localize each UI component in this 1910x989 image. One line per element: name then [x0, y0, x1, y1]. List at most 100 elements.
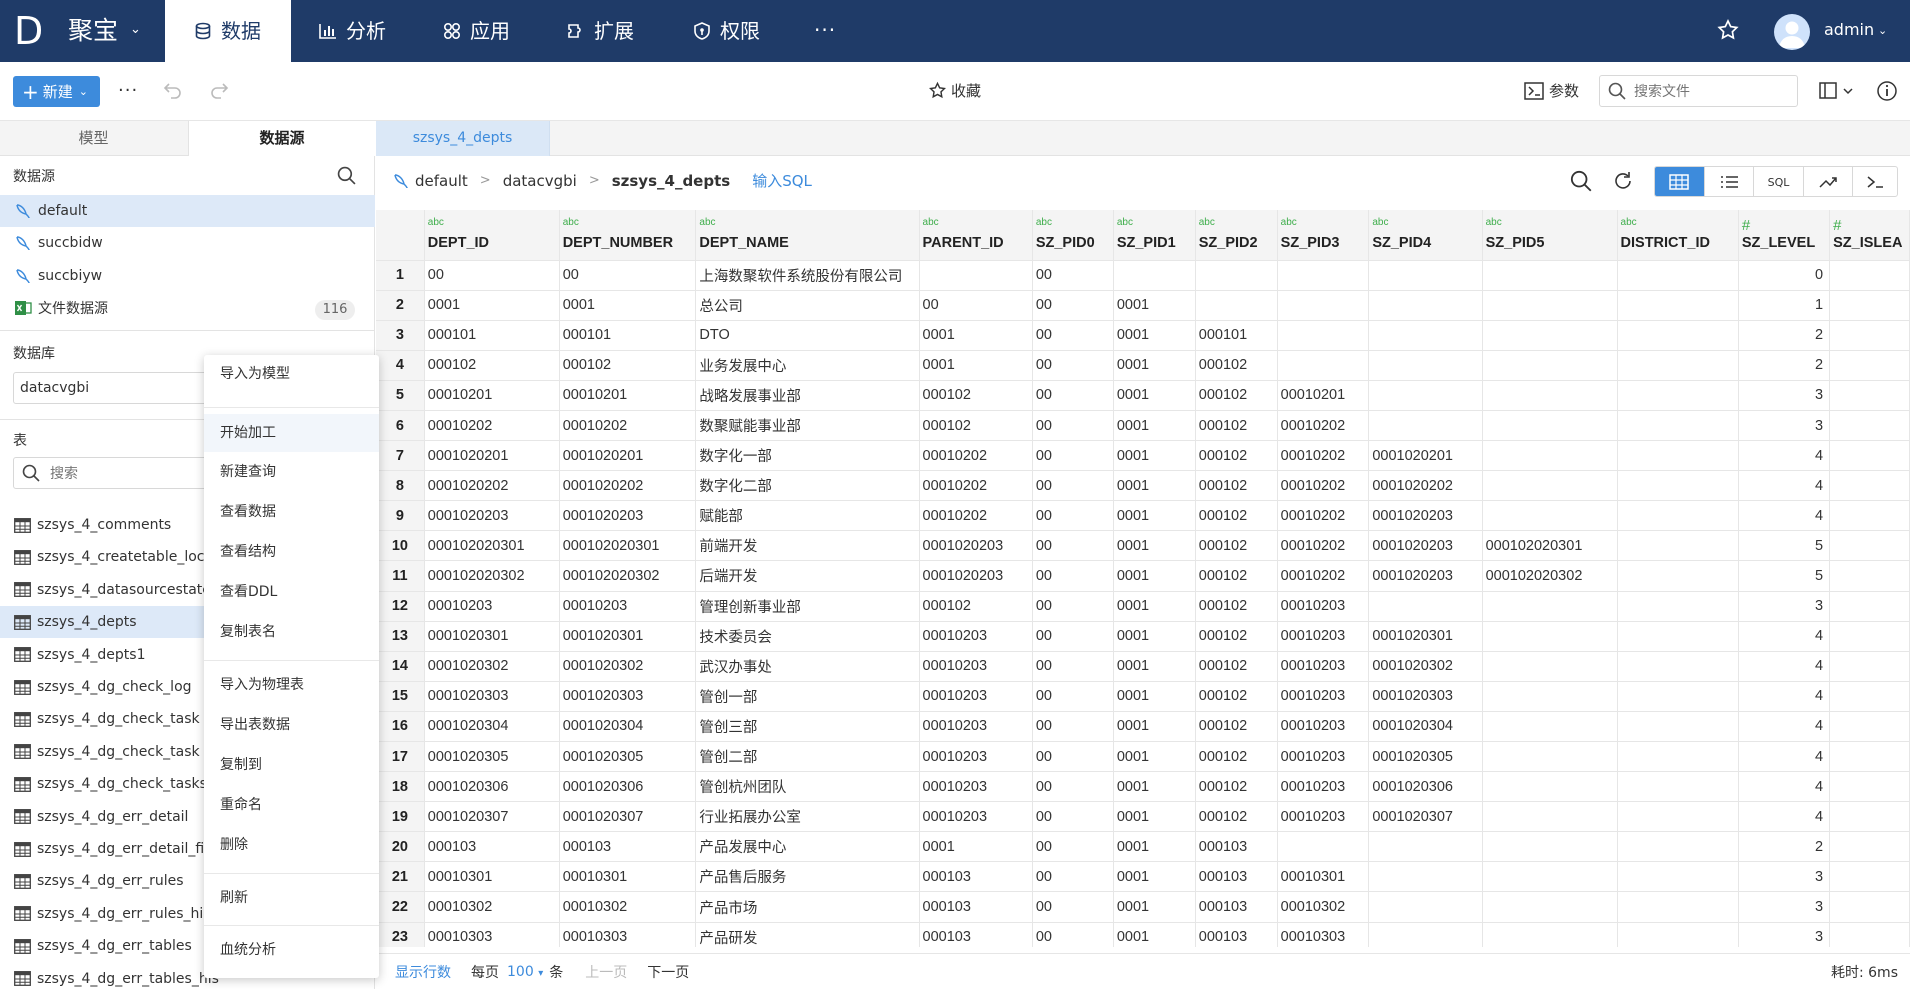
table-cell[interactable] — [1617, 621, 1739, 652]
menu-item-import-model[interactable]: 导入为模型 — [204, 355, 379, 393]
table-cell[interactable]: 0001020303 — [559, 681, 697, 712]
table-cell[interactable]: 赋能部 — [695, 500, 920, 532]
table-cell[interactable] — [1368, 320, 1483, 351]
app-logo[interactable]: D — [14, 8, 54, 54]
column-header[interactable]: abc PARENT_ID — [919, 210, 1033, 261]
table-cell[interactable]: 00010203 — [919, 741, 1033, 773]
table-cell[interactable]: 000102 — [919, 410, 1033, 442]
brand-name[interactable]: 聚宝 — [68, 14, 118, 48]
table-cell[interactable]: 2 — [1738, 350, 1831, 381]
table-cell[interactable] — [1829, 621, 1910, 652]
table-cell[interactable]: 00010201 — [559, 380, 697, 411]
table-row[interactable]: 5 00010201 00010201 战略发展事业部 000102 00 0001 0001… — [376, 380, 1910, 411]
column-header[interactable]: abc DISTRICT_ID — [1617, 210, 1739, 261]
table-row[interactable]: 14 0001020302 0001020302 武汉办事处 00010203 00 000… — [376, 651, 1910, 682]
column-header[interactable]: abc SZ_PID5 — [1482, 210, 1618, 261]
table-cell[interactable] — [1482, 681, 1618, 712]
table-cell[interactable]: 00 — [1032, 681, 1114, 712]
tab-model[interactable]: 模型 — [0, 121, 187, 156]
table-cell[interactable] — [1617, 891, 1739, 923]
column-header[interactable]: abc DEPT_NAME — [695, 210, 920, 261]
menu-item-delete[interactable]: 删除 — [204, 826, 379, 864]
table-cell[interactable]: 0001020302 — [424, 651, 560, 682]
table-cell[interactable] — [1829, 350, 1910, 381]
table-cell[interactable]: 00010201 — [1277, 380, 1370, 411]
table-cell[interactable]: 数聚赋能事业部 — [695, 410, 920, 442]
table-search-input[interactable] — [50, 465, 200, 481]
parameter-button[interactable]: 参数 — [1524, 80, 1579, 101]
table-cell[interactable] — [1829, 380, 1910, 411]
table-row[interactable]: 16 0001020304 0001020304 管创三部 00010203 00 0001… — [376, 711, 1910, 743]
column-header[interactable]: # SZ_LEVEL — [1738, 210, 1831, 261]
table-row[interactable]: 13 0001020301 0001020301 技术委员会 00010203 00 000… — [376, 621, 1910, 652]
table-cell[interactable]: 00010203 — [919, 801, 1033, 833]
table-cell[interactable]: 00 — [1032, 801, 1114, 833]
table-cell[interactable]: 0001 — [919, 350, 1033, 381]
table-cell[interactable]: 000103 — [919, 891, 1033, 923]
table-cell[interactable]: 前端开发 — [695, 530, 920, 562]
star-icon[interactable] — [1716, 18, 1740, 42]
table-cell[interactable] — [1368, 350, 1483, 381]
table-cell[interactable] — [1482, 711, 1618, 743]
table-cell[interactable]: 5 — [1738, 560, 1831, 592]
table-cell[interactable]: 00010202 — [919, 470, 1033, 502]
table-cell[interactable] — [1829, 711, 1910, 743]
table-cell[interactable] — [1829, 470, 1910, 502]
layout-toggle-icon[interactable] — [1818, 80, 1858, 102]
table-cell[interactable]: 产品售后服务 — [695, 861, 920, 893]
table-cell[interactable]: 00010202 — [424, 410, 560, 442]
table-cell[interactable]: 3 — [1738, 861, 1831, 893]
table-cell[interactable]: 000102 — [1195, 350, 1278, 381]
table-cell[interactable] — [1829, 681, 1910, 712]
table-cell[interactable] — [1368, 831, 1483, 863]
table-cell[interactable] — [1368, 380, 1483, 411]
table-cell[interactable]: 0001020203 — [919, 560, 1033, 592]
datasource-item-succbidw[interactable]: succbidw — [0, 227, 375, 259]
table-cell[interactable]: 00010203 — [1277, 651, 1370, 682]
table-cell[interactable]: 00010201 — [424, 380, 560, 411]
table-cell[interactable]: 000102 — [1195, 440, 1278, 472]
table-cell[interactable]: 0001020305 — [1368, 741, 1483, 773]
table-cell[interactable]: 00010302 — [1277, 891, 1370, 923]
table-cell[interactable] — [1482, 350, 1618, 381]
table-cell[interactable] — [1617, 591, 1739, 622]
table-row[interactable]: 21 00010301 00010301 产品售后服务 000103 00 0001 0001… — [376, 861, 1910, 893]
table-cell[interactable]: 4 — [1738, 711, 1831, 743]
table-cell[interactable]: 00010202 — [919, 500, 1033, 532]
table-cell[interactable]: 000102 — [559, 350, 697, 381]
table-cell[interactable] — [1617, 651, 1739, 682]
table-cell[interactable]: 4 — [1738, 440, 1831, 472]
nav-item-extension[interactable]: 扩展 — [566, 0, 634, 62]
menu-item-view-data[interactable]: 查看数据 — [204, 493, 379, 531]
table-cell[interactable]: 000101 — [1195, 320, 1278, 351]
table-row[interactable]: 4 000102 000102 业务发展中心 0001 00 0001 000102 2 — [376, 350, 1910, 381]
table-cell[interactable] — [1617, 771, 1739, 803]
table-cell[interactable]: 00 — [1032, 711, 1114, 743]
table-cell[interactable] — [1482, 320, 1618, 351]
table-cell[interactable]: 00010203 — [919, 681, 1033, 712]
table-cell[interactable]: 0001020203 — [1368, 500, 1483, 532]
table-cell[interactable]: 00 — [559, 260, 697, 291]
table-cell[interactable]: 00 — [1032, 771, 1114, 803]
table-cell[interactable]: 00010202 — [1277, 470, 1370, 502]
table-row[interactable]: 10 000102020301 000102020301 前端开发 0001020203… — [376, 530, 1910, 562]
table-cell[interactable] — [1482, 621, 1618, 652]
table-cell[interactable]: 4 — [1738, 801, 1831, 833]
table-cell[interactable]: 3 — [1738, 380, 1831, 411]
menu-item-export-data[interactable]: 导出表数据 — [204, 706, 379, 744]
table-cell[interactable]: 0001020306 — [1368, 771, 1483, 803]
datasource-item-default[interactable]: default — [0, 195, 375, 227]
table-cell[interactable]: 00010203 — [1277, 741, 1370, 773]
table-cell[interactable]: 000102 — [1195, 681, 1278, 712]
table-cell[interactable]: 000103 — [919, 922, 1033, 947]
page-size-select[interactable]: 100 ▾ — [507, 964, 543, 980]
table-cell[interactable] — [1829, 922, 1910, 947]
table-cell[interactable]: 业务发展中心 — [695, 350, 920, 381]
table-cell[interactable] — [1277, 350, 1370, 381]
table-cell[interactable]: 00010301 — [559, 861, 697, 893]
table-cell[interactable]: 000101 — [424, 320, 560, 351]
table-cell[interactable]: 0001 — [1113, 380, 1196, 411]
table-cell[interactable]: 0001 — [1113, 410, 1196, 442]
table-cell[interactable]: 000102 — [1195, 801, 1278, 833]
table-cell[interactable]: 00010203 — [559, 591, 697, 622]
